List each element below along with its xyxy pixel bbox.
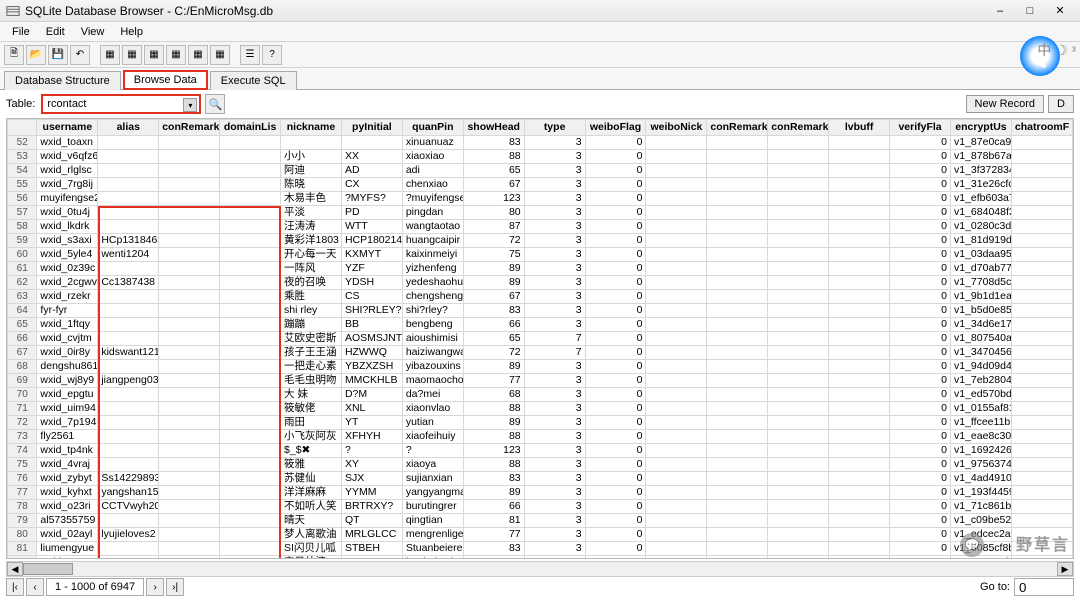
col-domainLis[interactable]: domainLis (220, 120, 281, 136)
table-row[interactable]: 71wxid_uim94筱敏佬XNLxiaonvlao88300v1_0155a… (8, 402, 1073, 416)
new-record-button[interactable]: New Record (966, 95, 1045, 113)
scroll-right-icon[interactable]: ▶ (1057, 562, 1073, 576)
scroll-thumb[interactable] (23, 563, 73, 575)
tool-table1[interactable]: ▦ (100, 45, 120, 65)
table-row[interactable]: 62wxid_2cgwvCc1387438夜的召唤YDSHyedeshaohua… (8, 276, 1073, 290)
nav-range: 1 - 1000 of 6947 (46, 578, 144, 596)
scroll-left-icon[interactable]: ◀ (7, 562, 23, 576)
nav-next-button[interactable]: › (146, 578, 164, 596)
menu-edit[interactable]: Edit (38, 24, 73, 40)
table-row[interactable]: 64fyr-fyrshi rleySHI?RLEY?shi?rley?83300… (8, 304, 1073, 318)
table-row[interactable]: 81liumengyueSI闪贝儿呱STBEHStuanbeiere83300v… (8, 542, 1073, 556)
table-row[interactable]: 68dengshu861一把走心素YBZXZSHyibazouxins89300… (8, 360, 1073, 374)
col-weiboNick[interactable]: weiboNick (646, 120, 707, 136)
col-conRemark[interactable]: conRemark (159, 120, 220, 136)
delete-record-button[interactable]: D (1048, 95, 1074, 113)
table-row[interactable]: 59wxid_s3axiHCp13184620黄彩洋1803HCP1802147… (8, 234, 1073, 248)
view-tabs: Database Structure Browse Data Execute S… (0, 68, 1080, 90)
table-row[interactable]: 69wxid_wj8y9jiangpeng03毛毛虫明吻MMCKHLBmaoma… (8, 374, 1073, 388)
tool-new[interactable]: 🗎 (4, 45, 24, 65)
col-chatroomF[interactable]: chatroomF (1011, 120, 1072, 136)
table-row[interactable]: 58wxid_lkdrk汪涛涛WTTwangtaotao87300v1_0280… (8, 220, 1073, 234)
table-row[interactable]: 74wxid_tp4nk$_$✖??123300v1_16924267 (8, 444, 1073, 458)
table-row[interactable]: 66wxid_cvjtm艾欧史密斯AOSMSJNTaioushimisi6570… (8, 332, 1073, 346)
table-row[interactable]: 55wxid_7rg8ij陈晓CXchenxiao67300v1_31e26cf… (8, 178, 1073, 192)
table-row[interactable]: 65wxid_1ftqy蹦蹦BBbengbeng66300v1_34d6e172 (8, 318, 1073, 332)
tool-table2[interactable]: ▦ (122, 45, 142, 65)
tool-table6[interactable]: ▦ (210, 45, 230, 65)
col-verifyFla[interactable]: verifyFla (890, 120, 951, 136)
col-quanPin[interactable]: quanPin (402, 120, 463, 136)
app-icon (6, 4, 20, 18)
menu-view[interactable]: View (73, 24, 113, 40)
tab-database-structure[interactable]: Database Structure (4, 71, 121, 90)
close-button[interactable]: ✕ (1046, 2, 1074, 20)
menu-file[interactable]: File (4, 24, 38, 40)
table-label: Table: (6, 98, 35, 110)
table-row[interactable]: 79al57355759晴天QTqingtian81300v1_c09be521 (8, 514, 1073, 528)
nav-first-button[interactable]: |‹ (6, 578, 24, 596)
watermark-text: 野草言 (1016, 531, 1070, 555)
minimize-button[interactable]: – (986, 2, 1014, 20)
tool-help[interactable]: ? (262, 45, 282, 65)
table-combo[interactable]: rcontact ▾ (41, 94, 201, 114)
table-row[interactable]: 80wxid_02ayllyujieloves2梦人离歌油MRLGLCCmeng… (8, 528, 1073, 542)
tool-revert[interactable]: ↶ (70, 45, 90, 65)
tab-execute-sql[interactable]: Execute SQL (210, 71, 297, 90)
wechat-watermark-icon: 💬 (960, 533, 984, 557)
col-weiboFlag[interactable]: weiboFlag (585, 120, 646, 136)
col-encryptUs[interactable]: encryptUs (951, 120, 1012, 136)
col-conRemark[interactable]: conRemark (768, 120, 829, 136)
tool-table4[interactable]: ▦ (166, 45, 186, 65)
table-row[interactable]: 76wxid_zybytSs142298935苏健仙SJXsujianxian8… (8, 472, 1073, 486)
table-row[interactable]: 82wxid_um8407宝贝外婆BBWPbaobeiwaipc66300v1_… (8, 556, 1073, 560)
col-conRemark[interactable]: conRemark (707, 120, 768, 136)
table-row[interactable]: 53wxid_v6qfz6小小XXxiaoxiao88300v1_878b67a… (8, 150, 1073, 164)
tool-save[interactable]: 💾 (48, 45, 68, 65)
theme-indicator: 中 ☽ ᵌ (1037, 40, 1076, 60)
col-showHead[interactable]: showHead (463, 120, 524, 136)
tool-table3[interactable]: ▦ (144, 45, 164, 65)
tool-log[interactable]: ☰ (240, 45, 260, 65)
table-row[interactable]: 56muyifengse2木易丰色?MYFS??muyifengse123300… (8, 192, 1073, 206)
table-row[interactable]: 63wxid_rzekr乘胜CSchengsheng67300v1_9b1d1e… (8, 290, 1073, 304)
search-button[interactable]: 🔍 (205, 94, 225, 114)
table-row[interactable]: 77wxid_kyhxtyangshan152洋洋麻麻YYMMyangyangm… (8, 486, 1073, 500)
col-type[interactable]: type (524, 120, 585, 136)
maximize-button[interactable]: □ (1016, 2, 1044, 20)
data-grid[interactable]: usernamealiasconRemarkdomainLisnicknamep… (6, 118, 1074, 559)
window-title: SQLite Database Browser - C:/EnMicroMsg.… (25, 4, 984, 18)
goto-label: Go to: (980, 581, 1010, 593)
menu-help[interactable]: Help (112, 24, 151, 40)
tab-browse-data[interactable]: Browse Data (123, 70, 208, 90)
nav-prev-button[interactable]: ‹ (26, 578, 44, 596)
col-pyInitial[interactable]: pyInitial (341, 120, 402, 136)
table-row[interactable]: 75wxid_4vraj筱雅XYxiaoya88300v1_97563740 (8, 458, 1073, 472)
tool-open[interactable]: 📂 (26, 45, 46, 65)
table-row[interactable]: 72wxid_7p194雨田YTyutian89300v1_ffcee11b (8, 416, 1073, 430)
table-row[interactable]: 57wxid_0tu4j平淡PDpingdan80300v1_684048f3 (8, 206, 1073, 220)
table-row[interactable]: 67wxid_0ir8ykidswant121孩子王王涵HZWWQhaiziwa… (8, 346, 1073, 360)
col-alias[interactable]: alias (98, 120, 159, 136)
menu-bar: File Edit View Help (0, 22, 1080, 42)
table-row[interactable]: 60wxid_5yle4wenti1204开心每一天KXMYTkaixinmei… (8, 248, 1073, 262)
table-row[interactable]: 52wxid_toaxnxinuanuaz83300v1_87e0ca98 (8, 136, 1073, 150)
table-combo-value: rcontact (47, 98, 86, 110)
nav-last-button[interactable]: ›| (166, 578, 184, 596)
goto-input[interactable] (1014, 578, 1074, 596)
col-username[interactable]: username (37, 120, 98, 136)
horizontal-scrollbar[interactable]: ◀ ▶ (6, 561, 1074, 577)
table-row[interactable]: 73fly2561小飞灰阿灰XFHYHxiaofeihuiy88300v1_ea… (8, 430, 1073, 444)
table-row[interactable]: 61wxid_0z39c一阵风YZFyizhenfeng89300v1_d70a… (8, 262, 1073, 276)
tool-table5[interactable]: ▦ (188, 45, 208, 65)
table-row[interactable]: 78wxid_o23riCCTVwyh2015不如听人笑BRTRXY?burut… (8, 500, 1073, 514)
table-row[interactable]: 54wxid_rlglsc阿迪ADadi65300v1_3f372834 (8, 164, 1073, 178)
col-lvbuff[interactable]: lvbuff (829, 120, 890, 136)
toolbar: 🗎 📂 💾 ↶ ▦ ▦ ▦ ▦ ▦ ▦ ☰ ? (0, 42, 1080, 68)
table-row[interactable]: 70wxid_epgtu大 妹D?Mda?mei68300v1_ed570bdf (8, 388, 1073, 402)
col-nickname[interactable]: nickname (281, 120, 342, 136)
combo-arrow-icon[interactable]: ▾ (183, 98, 197, 112)
